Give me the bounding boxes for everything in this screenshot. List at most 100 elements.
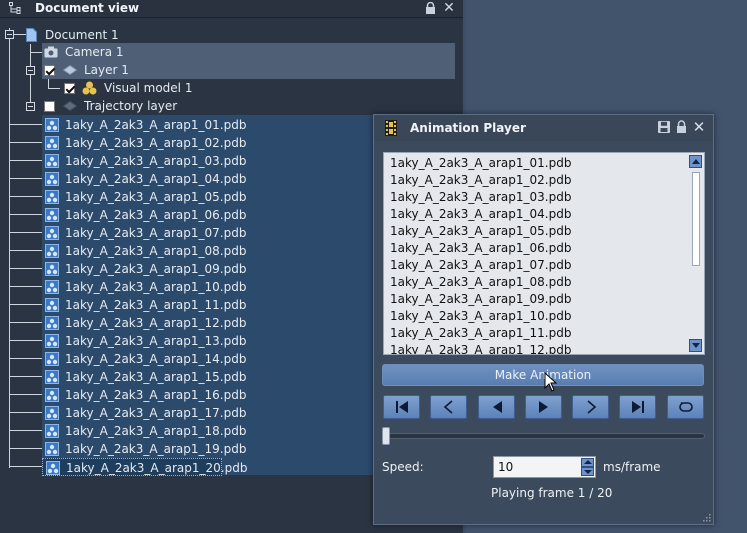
- molecule-file-icon: [45, 244, 59, 258]
- visual-model-checkbox[interactable]: [64, 83, 75, 94]
- listbox-scrollbar[interactable]: [688, 154, 703, 353]
- tree-item-pdb[interactable]: 1aky_A_2ak3_A_arap1_03.pdb: [42, 152, 246, 170]
- tree-line: [10, 232, 42, 233]
- speed-spinbox[interactable]: [493, 456, 596, 478]
- tree-item-pdb[interactable]: 1aky_A_2ak3_A_arap1_18.pdb: [42, 422, 246, 440]
- tree-line: [30, 44, 31, 106]
- loop-button[interactable]: [667, 395, 704, 419]
- animation-player-titlebar[interactable]: Animation Player ✕: [374, 115, 713, 141]
- save-icon[interactable]: [658, 121, 670, 133]
- make-animation-button[interactable]: Make Animation: [382, 364, 704, 386]
- play-reverse-button[interactable]: [478, 395, 515, 419]
- tree-item-visual-model[interactable]: Visual model 1: [60, 79, 360, 97]
- speed-unit-label: ms/frame: [603, 460, 661, 474]
- tree-item-layer[interactable]: Layer 1: [42, 61, 455, 79]
- tree-line: [10, 250, 42, 251]
- frame-slider-track[interactable]: [383, 433, 705, 439]
- close-icon[interactable]: ✕: [692, 119, 706, 135]
- frame-list-item[interactable]: 1aky_A_2ak3_A_arap1_09.pdb: [390, 291, 571, 308]
- scroll-up-icon[interactable]: [689, 155, 702, 168]
- tree-item-pdb[interactable]: 1aky_A_2ak3_A_arap1_20.pdb: [42, 458, 247, 476]
- frame-list-item[interactable]: 1aky_A_2ak3_A_arap1_08.pdb: [390, 274, 571, 291]
- frame-list-item[interactable]: 1aky_A_2ak3_A_arap1_12.pdb: [390, 342, 571, 354]
- step-forward-button[interactable]: [572, 395, 609, 419]
- tree-line: [10, 376, 42, 377]
- camera-icon: [44, 46, 58, 58]
- last-frame-button[interactable]: [619, 395, 656, 419]
- tree-item-pdb[interactable]: 1aky_A_2ak3_A_arap1_05.pdb: [42, 188, 246, 206]
- play-button[interactable]: [525, 395, 562, 419]
- tree-item-pdb[interactable]: 1aky_A_2ak3_A_arap1_06.pdb: [42, 206, 246, 224]
- step-back-icon: [443, 400, 453, 414]
- pdb-file-label: 1aky_A_2ak3_A_arap1_16.pdb: [65, 388, 247, 402]
- speed-input[interactable]: [498, 459, 576, 475]
- document-icon: [26, 28, 37, 42]
- frame-list-item[interactable]: 1aky_A_2ak3_A_arap1_01.pdb: [390, 155, 571, 172]
- molecule-icon: [82, 81, 97, 95]
- molecule-file-icon: [45, 208, 59, 222]
- first-frame-button[interactable]: [383, 395, 420, 419]
- resize-grip-icon[interactable]: [701, 512, 711, 522]
- tree-item-pdb[interactable]: 1aky_A_2ak3_A_arap1_09.pdb: [42, 260, 246, 278]
- spin-up-icon[interactable]: [581, 458, 594, 467]
- collapse-layer-toggle[interactable]: [26, 66, 35, 75]
- molecule-file-icon: [45, 154, 59, 168]
- molecule-file-icon: [45, 316, 59, 330]
- tree-item-pdb[interactable]: 1aky_A_2ak3_A_arap1_13.pdb: [42, 332, 246, 350]
- frame-slider-handle[interactable]: [382, 427, 390, 445]
- tree-item-pdb[interactable]: 1aky_A_2ak3_A_arap1_16.pdb: [42, 386, 246, 404]
- collapse-trajectory-toggle[interactable]: [26, 102, 35, 111]
- visual-model-label: Visual model 1: [104, 81, 193, 95]
- tree-line: [10, 430, 42, 431]
- trajectory-layer-label: Trajectory layer: [84, 99, 178, 113]
- tree-item-pdb[interactable]: 1aky_A_2ak3_A_arap1_12.pdb: [42, 314, 246, 332]
- tree-item-document[interactable]: Document 1: [0, 26, 463, 44]
- frame-listbox[interactable]: 1aky_A_2ak3_A_arap1_01.pdb 1aky_A_2ak3_A_…: [383, 152, 705, 355]
- tree-line: [10, 160, 42, 161]
- tree-line: [10, 466, 42, 467]
- tree-item-pdb[interactable]: 1aky_A_2ak3_A_arap1_17.pdb: [42, 404, 246, 422]
- frame-list-item[interactable]: 1aky_A_2ak3_A_arap1_02.pdb: [390, 172, 571, 189]
- scrollbar-thumb[interactable]: [692, 172, 700, 266]
- tree-item-pdb[interactable]: 1aky_A_2ak3_A_arap1_15.pdb: [42, 368, 246, 386]
- tree-item-pdb[interactable]: 1aky_A_2ak3_A_arap1_02.pdb: [42, 134, 246, 152]
- tree-item-pdb[interactable]: 1aky_A_2ak3_A_arap1_10.pdb: [42, 278, 246, 296]
- mouse-cursor-icon: [544, 372, 558, 392]
- trajectory-layer-checkbox[interactable]: [44, 101, 55, 112]
- pdb-file-label: 1aky_A_2ak3_A_arap1_12.pdb: [65, 316, 247, 330]
- frame-list-item[interactable]: 1aky_A_2ak3_A_arap1_10.pdb: [390, 308, 571, 325]
- lock-icon[interactable]: [676, 120, 687, 133]
- last-frame-icon: [632, 401, 644, 413]
- frame-list-item[interactable]: 1aky_A_2ak3_A_arap1_07.pdb: [390, 257, 571, 274]
- tree-item-trajectory-layer[interactable]: Trajectory layer: [42, 97, 342, 115]
- scroll-down-icon[interactable]: [689, 339, 702, 352]
- frame-list-item[interactable]: 1aky_A_2ak3_A_arap1_06.pdb: [390, 240, 571, 257]
- tree-item-pdb[interactable]: 1aky_A_2ak3_A_arap1_11.pdb: [42, 296, 246, 314]
- tree-item-pdb[interactable]: 1aky_A_2ak3_A_arap1_01.pdb: [42, 116, 246, 134]
- frame-list-item[interactable]: 1aky_A_2ak3_A_arap1_04.pdb: [390, 206, 571, 223]
- frame-list-item[interactable]: 1aky_A_2ak3_A_arap1_11.pdb: [390, 325, 571, 342]
- layer-visibility-checkbox[interactable]: [44, 65, 55, 76]
- frame-list-item[interactable]: 1aky_A_2ak3_A_arap1_03.pdb: [390, 189, 571, 206]
- step-back-button[interactable]: [430, 395, 467, 419]
- tree-item-pdb[interactable]: 1aky_A_2ak3_A_arap1_04.pdb: [42, 170, 246, 188]
- pdb-file-label: 1aky_A_2ak3_A_arap1_08.pdb: [65, 244, 247, 258]
- frame-list-item[interactable]: 1aky_A_2ak3_A_arap1_05.pdb: [390, 223, 571, 240]
- playback-status: Playing frame 1 / 20: [491, 486, 613, 500]
- layer-label: Layer 1: [84, 63, 129, 77]
- tree-item-camera[interactable]: Camera 1: [42, 43, 455, 61]
- spin-down-icon[interactable]: [581, 467, 594, 476]
- tree-item-pdb[interactable]: 1aky_A_2ak3_A_arap1_08.pdb: [42, 242, 246, 260]
- camera-label: Camera 1: [65, 45, 124, 59]
- lock-icon[interactable]: [425, 2, 436, 14]
- tree-item-pdb[interactable]: 1aky_A_2ak3_A_arap1_14.pdb: [42, 350, 246, 368]
- tree-item-pdb[interactable]: 1aky_A_2ak3_A_arap1_07.pdb: [42, 224, 246, 242]
- tree-line: [10, 340, 42, 341]
- molecule-file-icon: [45, 388, 59, 402]
- pdb-file-label: 1aky_A_2ak3_A_arap1_07.pdb: [65, 226, 247, 240]
- tree-line: [10, 448, 42, 449]
- tree-item-pdb[interactable]: 1aky_A_2ak3_A_arap1_19.pdb: [42, 440, 246, 458]
- molecule-file-icon: [45, 280, 59, 294]
- molecule-file-icon: [45, 352, 59, 366]
- close-icon[interactable]: ✕: [442, 1, 456, 15]
